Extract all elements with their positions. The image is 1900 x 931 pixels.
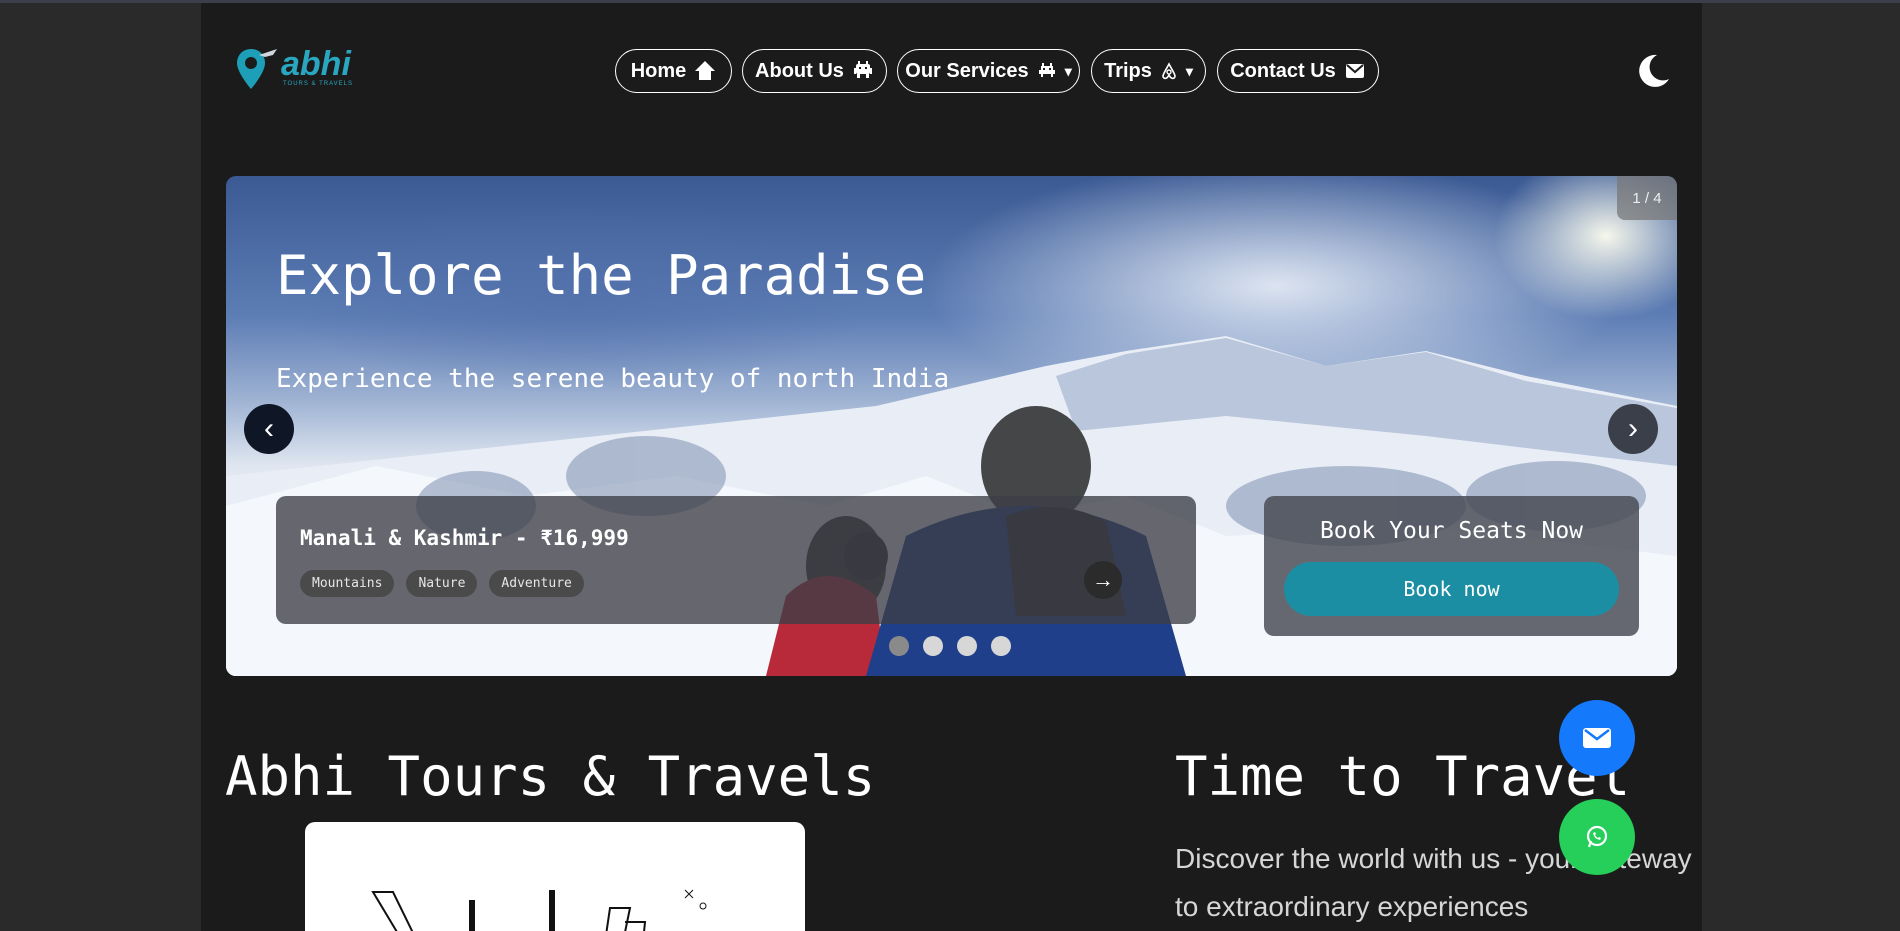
email-fab-button[interactable] — [1559, 700, 1635, 776]
nav-home-label: Home — [630, 59, 687, 82]
map-pin-icon — [237, 49, 277, 89]
carousel-dot-4[interactable] — [991, 636, 1011, 656]
nav-trips[interactable]: Trips ▾ — [1091, 49, 1206, 93]
carousel-next-button[interactable]: › — [1608, 404, 1658, 454]
home-icon — [695, 61, 716, 80]
site-logo[interactable]: abhi TOURS & TRAVELS — [235, 45, 355, 95]
trip-details-button[interactable]: → — [1084, 561, 1122, 599]
about-illustration — [305, 822, 805, 931]
chevron-left-icon: ‹ — [264, 412, 274, 445]
hero-title: Explore the Paradise — [276, 244, 927, 307]
tag-nature[interactable]: Nature — [406, 570, 478, 597]
page-container: abhi TOURS & TRAVELS Home About Us Our S… — [201, 3, 1702, 931]
nav-about-label: About Us — [755, 59, 844, 82]
arrow-right-icon: → — [1092, 567, 1114, 592]
carousel-dot-3[interactable] — [957, 636, 977, 656]
book-now-button[interactable]: Book now — [1284, 562, 1619, 616]
moon-icon[interactable] — [1635, 53, 1671, 89]
whatsapp-fab-button[interactable] — [1559, 799, 1635, 875]
nav-trips-label: Trips — [1104, 59, 1152, 82]
booking-card: Book Your Seats Now Book now — [1264, 496, 1639, 636]
alien-icon — [1038, 63, 1055, 77]
trip-title: Manali & Kashmir - ₹16,999 — [300, 526, 629, 550]
whatsapp-icon — [1586, 825, 1608, 848]
mail-icon — [1583, 728, 1611, 748]
carousel-dots — [889, 636, 1011, 656]
nav-contact-us[interactable]: Contact Us — [1217, 49, 1379, 93]
carousel-prev-button[interactable]: ‹ — [244, 404, 294, 454]
chevron-down-icon: ▾ — [1064, 62, 1072, 79]
trip-tags: Mountains Nature Adventure — [300, 570, 584, 597]
trip-card: Manali & Kashmir - ₹16,999 Mountains Nat… — [276, 496, 1196, 624]
mail-icon — [1345, 64, 1364, 78]
logo-subtext: TOURS & TRAVELS — [283, 81, 354, 87]
carousel-dot-2[interactable] — [923, 636, 943, 656]
nav-about-us[interactable]: About Us — [742, 49, 887, 93]
chevron-down-icon: ▾ — [1185, 62, 1193, 79]
logo-text: abhi — [281, 45, 351, 83]
slide-counter: 1 / 4 — [1617, 176, 1677, 220]
nav-our-services[interactable]: Our Services ▾ — [897, 49, 1080, 93]
airbnb-icon — [1162, 62, 1176, 80]
airport-illustration — [371, 889, 707, 931]
hero-subtitle: Experience the serene beauty of north In… — [276, 364, 950, 394]
about-title: Abhi Tours & Travels — [225, 745, 876, 808]
nav-services-label: Our Services — [905, 59, 1029, 82]
hero-carousel: 1 / 4 Explore the Paradise Experience th… — [226, 176, 1677, 676]
nav-home[interactable]: Home — [615, 49, 732, 93]
nav-contact-label: Contact Us — [1230, 59, 1336, 82]
tag-mountains[interactable]: Mountains — [300, 570, 395, 597]
booking-title: Book Your Seats Now — [1319, 518, 1584, 544]
chevron-right-icon: › — [1628, 412, 1638, 445]
tag-adventure[interactable]: Adventure — [489, 570, 584, 597]
carousel-dot-1[interactable] — [889, 636, 909, 656]
invader-icon — [853, 61, 872, 78]
